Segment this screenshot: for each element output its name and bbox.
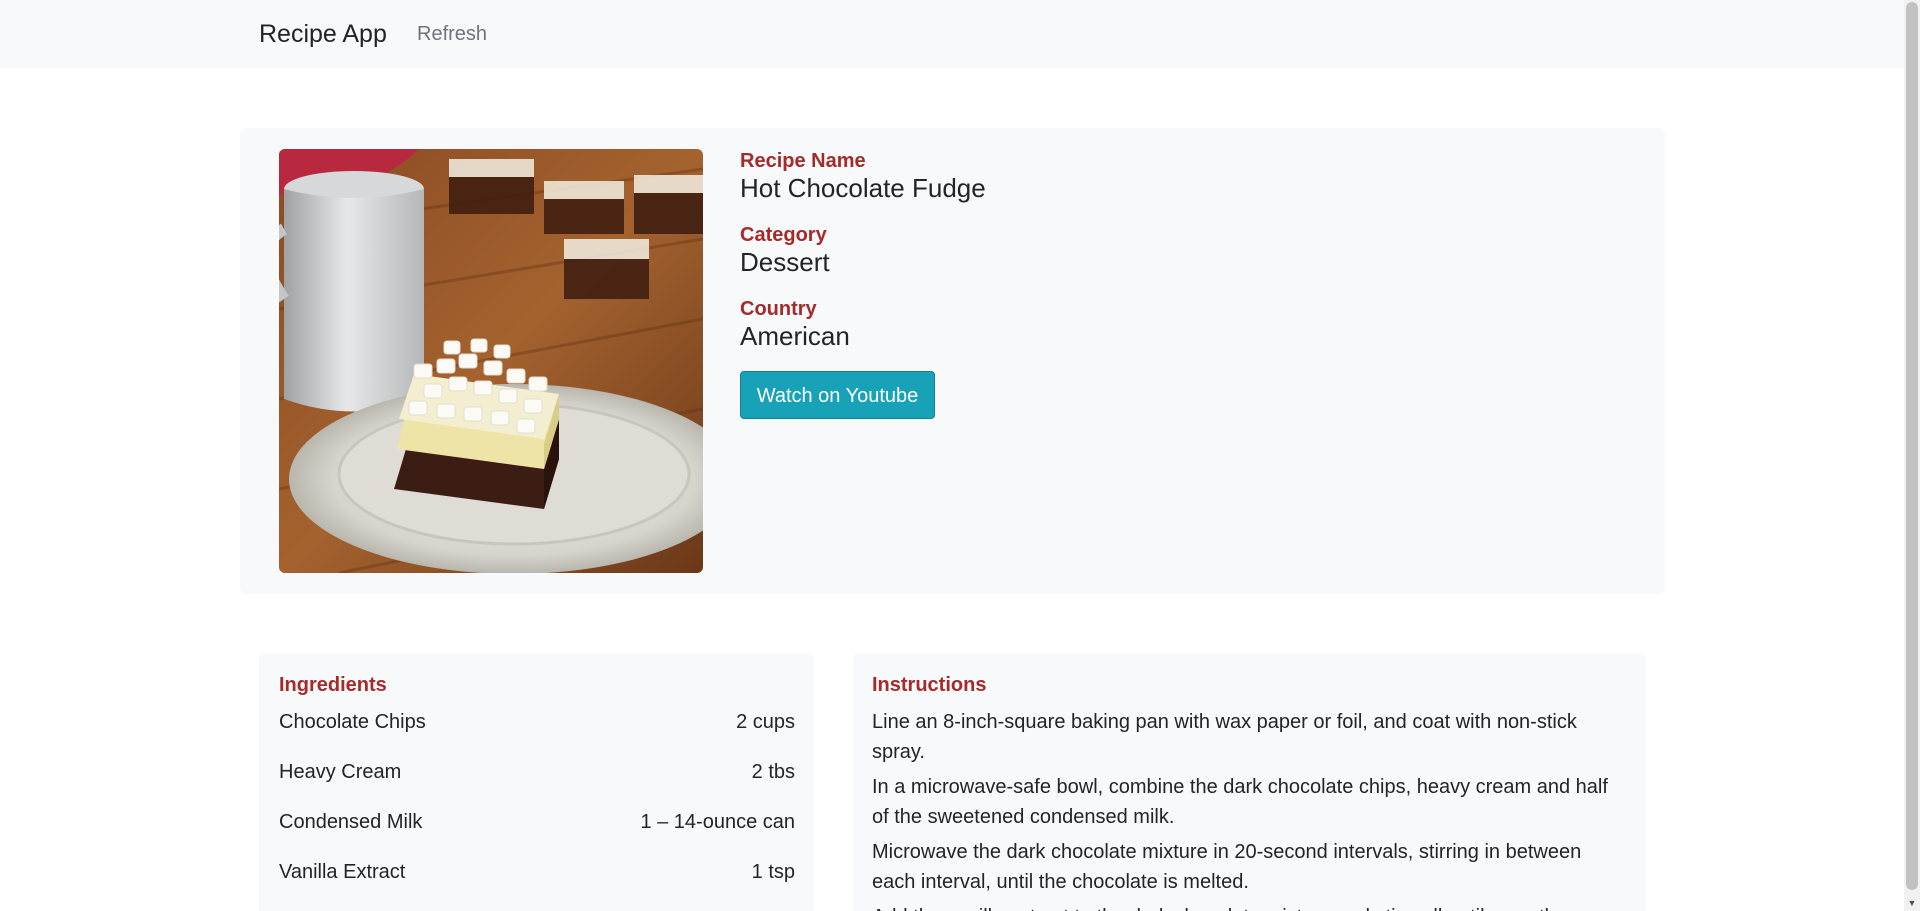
instructions-title: Instructions	[872, 674, 987, 696]
country-value: American	[740, 321, 850, 351]
scrollbar-thumb[interactable]	[1906, 2, 1918, 890]
instruction-step: Add the vanilla extract to the dark choc…	[872, 902, 1624, 911]
recipe-photo	[279, 149, 703, 573]
ingredient-name: Vanilla Extract	[279, 861, 406, 883]
category-label: Category	[740, 224, 827, 246]
recipe-name: Hot Chocolate Fudge	[740, 173, 986, 203]
ingredient-name: Chocolate Chips	[279, 711, 426, 733]
refresh-link[interactable]: Refresh	[417, 21, 487, 48]
ingredient-name: Heavy Cream	[279, 761, 402, 783]
ingredient-row: Heavy Cream 2 tbs	[279, 758, 795, 786]
navbar: Recipe App Refresh	[0, 0, 1904, 68]
ingredient-row: Condensed Milk 1 – 14-ounce can	[279, 808, 795, 836]
category-value: Dessert	[740, 247, 830, 277]
ingredient-quantity: 2 cups	[736, 711, 795, 733]
ingredient-row: Chocolate Chips 2 cups	[279, 708, 795, 736]
ingredients-title: Ingredients	[279, 674, 387, 696]
ingredient-quantity: 1 – 14-ounce can	[640, 811, 795, 833]
scroll-down-arrow-icon[interactable]: ▼	[1904, 895, 1920, 911]
country-label: Country	[740, 298, 817, 320]
brand-link[interactable]: Recipe App	[259, 18, 387, 50]
ingredient-quantity: 2 tbs	[751, 761, 795, 783]
watch-on-youtube-button[interactable]: Watch on Youtube	[740, 371, 935, 419]
ingredient-name: Condensed Milk	[279, 811, 423, 833]
recipe-name-label: Recipe Name	[740, 150, 866, 172]
recipe-page: Recipe App Refresh Recipe Name Hot Choco…	[0, 0, 1920, 911]
instruction-step: Line an 8-inch-square baking pan with wa…	[872, 711, 1577, 763]
instruction-step: Microwave the dark chocolate mixture in …	[872, 841, 1582, 893]
ingredient-quantity: 1 tsp	[751, 861, 795, 883]
instruction-step: In a microwave-safe bowl, combine the da…	[872, 776, 1608, 828]
ingredient-row: Vanilla Extract 1 tsp	[279, 858, 795, 886]
